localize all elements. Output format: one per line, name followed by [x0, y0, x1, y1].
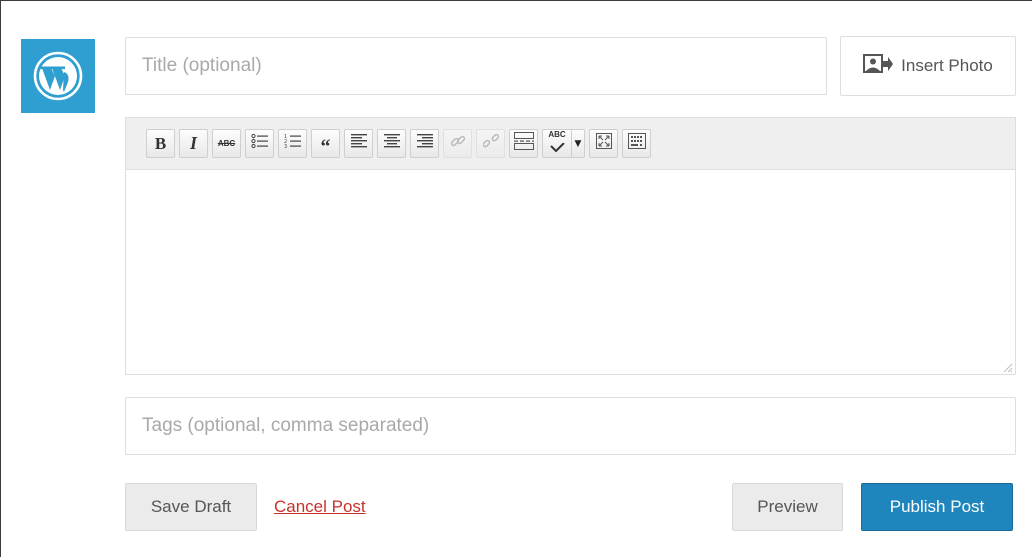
remove-link-button[interactable]: [476, 129, 505, 158]
insert-photo-icon: [863, 53, 894, 80]
insert-photo-label: Insert Photo: [901, 56, 993, 75]
align-center-button[interactable]: [377, 129, 406, 158]
insert-link-button[interactable]: [443, 129, 472, 158]
chevron-down-icon: ▼: [574, 138, 582, 149]
numbered-list-button[interactable]: 1 2 3: [278, 129, 307, 158]
link-icon: [450, 133, 466, 154]
kitchen-sink-button[interactable]: [622, 129, 651, 158]
editor-toolbar: B I ABC 1 2 3 “ ABC ▼: [126, 118, 1015, 170]
bold-button[interactable]: B: [146, 129, 175, 158]
post-content-editor: B I ABC 1 2 3 “ ABC ▼: [125, 117, 1016, 375]
more-tag-icon: [513, 132, 534, 155]
resize-handle-icon[interactable]: [1001, 360, 1013, 373]
bold-icon: B: [154, 133, 167, 153]
post-content-textarea[interactable]: [126, 170, 1015, 374]
spellcheck-label: ABC: [548, 130, 566, 139]
post-title-input[interactable]: [125, 37, 827, 95]
numbered-list-icon: 1 2 3: [284, 133, 302, 154]
bullet-list-icon: [250, 133, 269, 154]
publish-post-button[interactable]: Publish Post: [861, 483, 1013, 531]
wordpress-logo-icon: [21, 39, 95, 113]
italic-button[interactable]: I: [179, 129, 208, 158]
spellcheck-icon: [549, 139, 565, 157]
spellcheck-group: ABC ▼: [542, 129, 585, 158]
fullscreen-button[interactable]: [589, 129, 618, 158]
align-right-icon: [416, 134, 433, 153]
post-form: Insert Photo B I ABC: [0, 0, 1032, 557]
strikethrough-button[interactable]: ABC: [212, 129, 241, 158]
strikethrough-icon: ABC: [217, 139, 236, 148]
kitchen-sink-icon: [627, 133, 646, 154]
align-center-icon: [383, 134, 400, 153]
insert-more-button[interactable]: [509, 129, 538, 158]
align-left-icon: [350, 134, 367, 153]
spellcheck-dropdown-button[interactable]: ▼: [571, 129, 585, 158]
preview-button[interactable]: Preview: [732, 483, 843, 531]
align-right-button[interactable]: [410, 129, 439, 158]
align-left-button[interactable]: [344, 129, 373, 158]
fullscreen-icon: [595, 133, 612, 154]
insert-photo-button[interactable]: Insert Photo: [840, 36, 1016, 96]
cancel-post-link[interactable]: Cancel Post: [274, 497, 366, 517]
italic-icon: I: [189, 133, 197, 153]
blockquote-button[interactable]: “: [311, 129, 340, 158]
tags-input[interactable]: [125, 397, 1016, 455]
spellcheck-button[interactable]: ABC: [542, 129, 571, 158]
svg-text:3: 3: [284, 144, 287, 149]
bullet-list-button[interactable]: [245, 129, 274, 158]
unlink-icon: [482, 133, 499, 154]
save-draft-button[interactable]: Save Draft: [125, 483, 257, 531]
blockquote-icon: “: [320, 135, 331, 158]
